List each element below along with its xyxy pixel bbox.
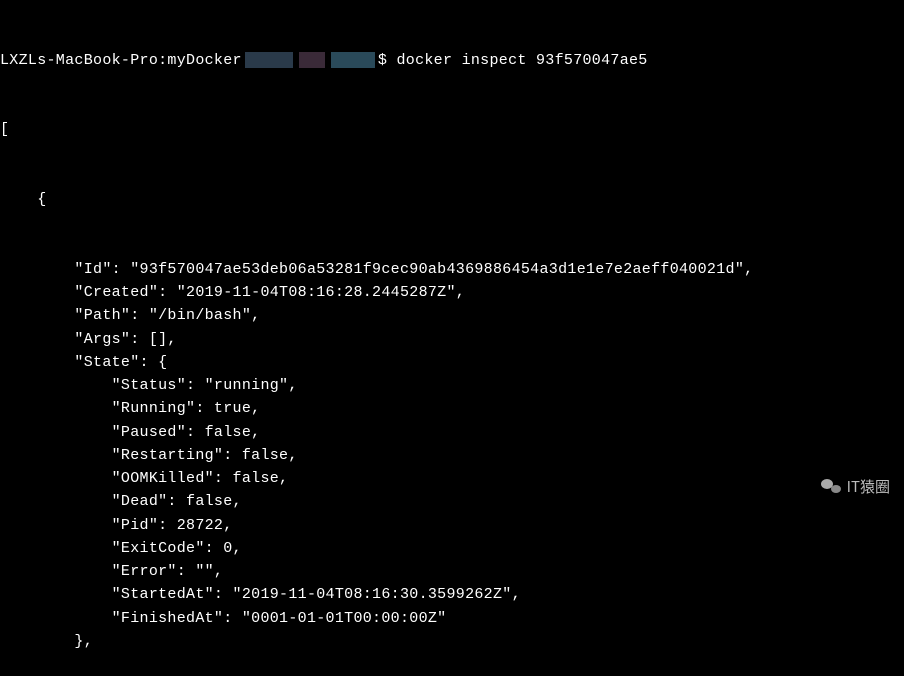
command-text: docker inspect 93f570047ae5 [396, 49, 647, 72]
redacted-block [245, 52, 293, 68]
json-line: "Created": "2019-11-04T08:16:28.2445287Z… [0, 281, 904, 304]
redacted-block [331, 52, 375, 68]
json-line: "StartedAt": "2019-11-04T08:16:30.359926… [0, 583, 904, 606]
json-line: "Pid": 28722, [0, 514, 904, 537]
watermark-text: IT猿圈 [847, 475, 890, 498]
json-line: "FinishedAt": "0001-01-01T00:00:00Z" [0, 607, 904, 630]
json-line: "Error": "", [0, 560, 904, 583]
json-line: "Id": "93f570047ae53deb06a53281f9cec90ab… [0, 258, 904, 281]
json-line: "Path": "/bin/bash", [0, 304, 904, 327]
json-open-bracket: [ [0, 118, 904, 141]
json-line: "State": { [0, 351, 904, 374]
watermark: IT猿圈 [821, 475, 890, 498]
json-line: "Args": [], [0, 328, 904, 351]
prompt-host: LXZLs-MacBook-Pro:myDocker [0, 49, 242, 72]
json-lines-container: "Id": "93f570047ae53deb06a53281f9cec90ab… [0, 258, 904, 653]
json-line: "OOMKilled": false, [0, 467, 904, 490]
redacted-block [299, 52, 325, 68]
prompt-line: LXZLs-MacBook-Pro:myDocker $ docker insp… [0, 49, 904, 72]
json-line: "Dead": false, [0, 490, 904, 513]
prompt-symbol: $ [378, 49, 387, 72]
json-line: "Status": "running", [0, 374, 904, 397]
json-open-brace: { [0, 188, 904, 211]
json-line: }, [0, 630, 904, 653]
wechat-icon [821, 478, 841, 494]
json-line: "Paused": false, [0, 421, 904, 444]
json-line: "Running": true, [0, 397, 904, 420]
terminal-output[interactable]: LXZLs-MacBook-Pro:myDocker $ docker insp… [0, 2, 904, 676]
json-line: "Restarting": false, [0, 444, 904, 467]
json-line: "ExitCode": 0, [0, 537, 904, 560]
